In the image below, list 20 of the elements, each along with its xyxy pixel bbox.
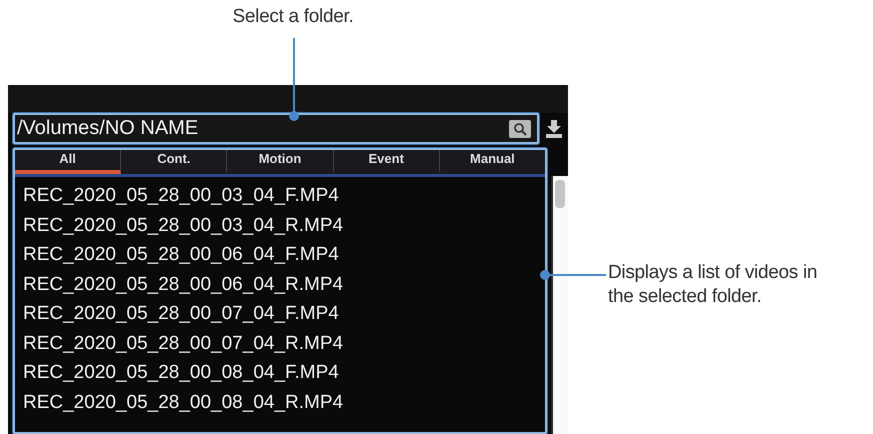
callout-text: Displays a list of videos in the selected folder.	[608, 262, 818, 307]
video-file-item[interactable]: REC_2020_05_28_00_06_04_R.MP4	[23, 270, 546, 299]
search-icon	[513, 122, 527, 136]
filter-tab[interactable]: Manual	[440, 150, 546, 174]
search-button[interactable]	[509, 120, 531, 138]
video-file-item[interactable]: REC_2020_05_28_00_03_04_F.MP4	[23, 181, 546, 210]
video-file-item[interactable]: REC_2020_05_28_00_08_04_F.MP4	[23, 358, 546, 388]
video-file-item[interactable]: REC_2020_05_28_00_07_04_R.MP4	[23, 328, 546, 358]
callout-text: Select a folder.	[232, 6, 354, 28]
filter-tab[interactable]: Event	[334, 150, 440, 174]
download-icon[interactable]	[545, 118, 563, 138]
scrollbar[interactable]	[551, 176, 568, 434]
folder-path-field[interactable]: /Volumes/NO NAME	[13, 113, 539, 144]
filter-tab[interactable]: Cont.	[121, 150, 228, 174]
filter-tab[interactable]: Motion	[227, 150, 334, 174]
video-file-item[interactable]: REC_2020_05_28_00_03_04_R.MP4	[23, 210, 546, 240]
filter-tab[interactable]: All	[15, 150, 122, 174]
video-file-item[interactable]: REC_2020_05_28_00_06_04_F.MP4	[23, 240, 546, 270]
video-file-item[interactable]: REC_2020_05_28_00_07_04_F.MP4	[23, 299, 546, 328]
video-file-item[interactable]: REC_2020_05_28_00_08_04_R.MP4	[23, 388, 546, 417]
